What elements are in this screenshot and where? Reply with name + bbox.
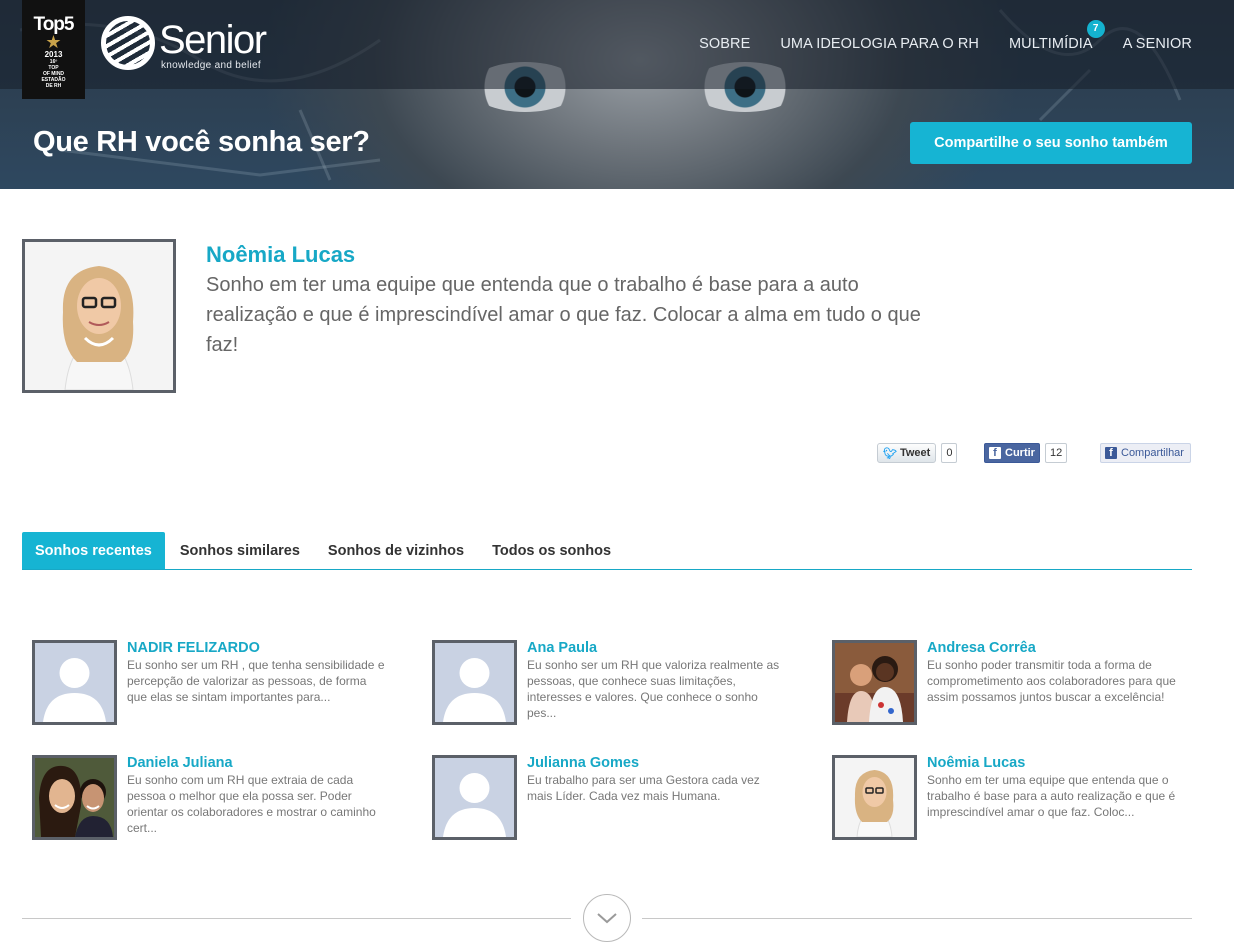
divider-right xyxy=(642,918,1192,919)
tab-todos-os-sonhos[interactable]: Todos os sonhos xyxy=(479,532,624,569)
nav-sobre[interactable]: SOBRE xyxy=(699,36,750,52)
facebook-like-button[interactable]: f Curtir xyxy=(984,443,1040,463)
tweet-widget: 🐦︎ Tweet 0 xyxy=(877,443,958,463)
dream-author[interactable]: Noêmia Lucas xyxy=(927,755,1025,771)
tab-sonhos-recentes[interactable]: Sonhos recentes xyxy=(22,532,165,569)
dream-avatar[interactable] xyxy=(32,640,117,725)
dream-text: Eu sonho ser um RH que valoriza realment… xyxy=(527,658,780,720)
dream-card: Julianna Gomes Eu trabalho para ser uma … xyxy=(432,755,792,845)
user-photo xyxy=(835,643,914,722)
user-photo xyxy=(835,758,914,837)
multimidia-count-badge: 7 xyxy=(1086,20,1105,38)
dream-author[interactable]: NADIR FELIZARDO xyxy=(127,640,260,656)
page-title: Que RH você sonha ser? xyxy=(33,126,370,158)
nav-a-senior[interactable]: A SENIOR xyxy=(1123,36,1192,52)
dream-author[interactable]: Julianna Gomes xyxy=(527,755,639,771)
facebook-f-icon: f xyxy=(1105,447,1117,459)
facebook-like-widget: f Curtir 12 xyxy=(984,443,1068,463)
senior-logo[interactable]: Senior knowledge and belief xyxy=(101,14,281,74)
facebook-share-widget: f Compartilhar xyxy=(1100,443,1191,463)
featured-avatar-photo xyxy=(25,242,173,390)
dream-tabs: Sonhos recentes Sonhos similares Sonhos … xyxy=(22,532,1192,570)
dream-author[interactable]: Andresa Corrêa xyxy=(927,640,1036,656)
featured-dream-author[interactable]: Noêmia Lucas xyxy=(206,242,355,268)
tab-sonhos-de-vizinhos[interactable]: Sonhos de vizinhos xyxy=(315,532,477,569)
default-user-icon xyxy=(35,643,114,722)
dream-author[interactable]: Ana Paula xyxy=(527,640,597,656)
facebook-share-button[interactable]: f Compartilhar xyxy=(1100,443,1191,463)
dream-card: Daniela Juliana Eu sonho com um RH que e… xyxy=(32,755,392,845)
default-user-icon xyxy=(435,643,514,722)
dream-avatar[interactable] xyxy=(432,640,517,725)
nav-multimidia-label: MULTIMÍDIA xyxy=(1009,36,1093,52)
user-photo xyxy=(35,758,114,837)
load-more-button[interactable] xyxy=(583,894,631,942)
dream-avatar[interactable] xyxy=(832,640,917,725)
dream-card: NADIR FELIZARDO Eu sonho ser um RH , que… xyxy=(32,640,392,730)
main-nav: SOBRE UMA IDEOLOGIA PARA O RH MULTIMÍDIA… xyxy=(699,20,1192,52)
senior-logo-icon xyxy=(101,16,155,70)
brand-tagline: knowledge and belief xyxy=(161,60,261,71)
tab-sonhos-similares[interactable]: Sonhos similares xyxy=(167,532,313,569)
dream-text: Eu sonho poder transmitir toda a forma d… xyxy=(927,658,1176,704)
dream-card: Andresa Corrêa Eu sonho poder transmitir… xyxy=(832,640,1192,730)
nav-ideologia[interactable]: UMA IDEOLOGIA PARA O RH xyxy=(780,36,979,52)
dream-card: Ana Paula Eu sonho ser um RH que valoriz… xyxy=(432,640,792,730)
dream-avatar[interactable] xyxy=(832,755,917,840)
featured-dream-text: Sonho em ter uma equipe que entenda que … xyxy=(206,274,921,356)
star-icon: ★ xyxy=(45,32,62,52)
nav-multimidia[interactable]: MULTIMÍDIA 7 xyxy=(1009,20,1105,52)
default-user-icon xyxy=(435,758,514,837)
tweet-button[interactable]: 🐦︎ Tweet xyxy=(877,443,937,463)
brand-name: Senior xyxy=(159,18,267,62)
tweet-count: 0 xyxy=(941,443,958,463)
hero-banner: Top5 ★ 2013 16º TOP OF MIND ESTADÃO DE R… xyxy=(0,0,1234,189)
dream-card: Noêmia Lucas Sonho em ter uma equipe que… xyxy=(832,755,1192,845)
featured-avatar xyxy=(22,239,176,393)
facebook-f-icon: f xyxy=(989,447,1001,459)
top5-award-logo: Top5 ★ 2013 16º TOP OF MIND ESTADÃO DE R… xyxy=(22,0,85,99)
twitter-bird-icon: 🐦︎ xyxy=(883,447,897,460)
dream-text: Eu trabalho para ser uma Gestora cada ve… xyxy=(527,773,760,803)
dream-text: Sonho em ter uma equipe que entenda que … xyxy=(927,773,1176,819)
share-dream-button[interactable]: Compartilhe o seu sonho também xyxy=(910,122,1192,164)
dream-avatar[interactable] xyxy=(32,755,117,840)
dream-avatar[interactable] xyxy=(432,755,517,840)
like-count: 12 xyxy=(1044,443,1068,463)
dream-text: Eu sonho com um RH que extraia de cada p… xyxy=(127,773,376,835)
dream-author[interactable]: Daniela Juliana xyxy=(127,755,233,771)
chevron-down-icon xyxy=(597,913,617,924)
divider-left xyxy=(22,918,571,919)
dream-text: Eu sonho ser um RH , que tenha sensibili… xyxy=(127,658,385,704)
